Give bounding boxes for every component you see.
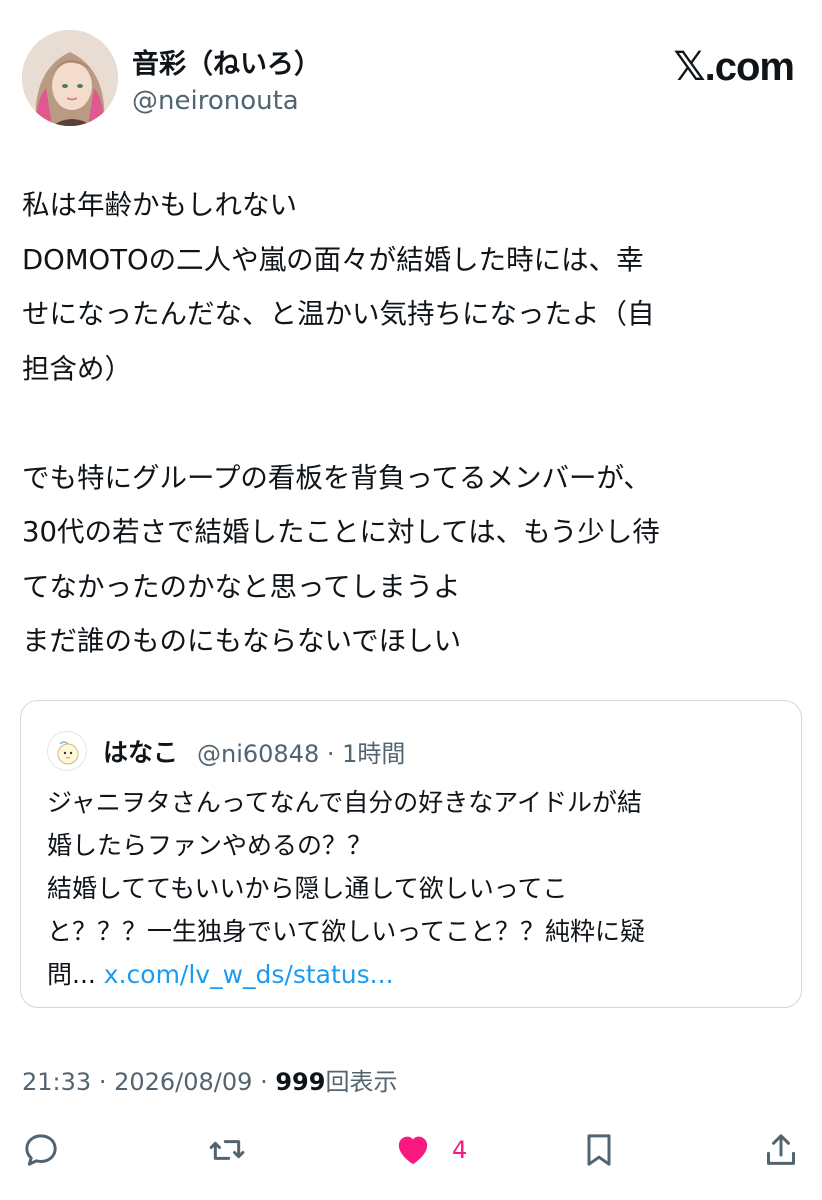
reply-button[interactable]: [16, 1128, 66, 1178]
views-label: 回表示: [325, 1068, 398, 1096]
tweet-text: 私は年齢かもしれない DOMOTOの二人や嵐の面々が結婚した時には、幸 せになっ…: [22, 178, 804, 669]
tweet-line: DOMOTOの二人や嵐の面々が結婚した時には、幸: [22, 243, 644, 276]
heart-icon: [398, 1136, 428, 1165]
quoted-author-meta: @ni60848 · 1時間: [197, 734, 405, 769]
retweet-button[interactable]: [202, 1128, 252, 1178]
tweet-line: でも特にグループの看板を背負ってるメンバーが、: [22, 461, 651, 494]
tweet-line: [22, 396, 804, 451]
x-logo: 𝕏.com: [673, 45, 795, 89]
tweet-line: 私は年齢かもしれない: [22, 189, 297, 221]
quoted-author-handle: @ni60848: [197, 740, 320, 768]
author-handle[interactable]: @neironouta: [132, 86, 299, 116]
tweet-meta: 21:33 · 2026/08/09 · 999回表示: [22, 1062, 397, 1097]
quote-line: ジャニヲタさんってなんで自分の好きなアイドルが結: [47, 788, 643, 817]
quoted-tweet-text: ジャニヲタさんってなんで自分の好きなアイドルが結 婚したらファンやめるの？？ 結…: [47, 781, 787, 996]
bookmark-icon: [587, 1134, 611, 1166]
tweet-line: まだ誰のものにもならないでほしい: [22, 625, 462, 657]
like-button[interactable]: [388, 1128, 438, 1178]
reply-icon: [25, 1134, 57, 1166]
quote-line: 婚したらファンやめるの？？: [47, 831, 373, 860]
action-bar: 4: [0, 1122, 822, 1182]
quote-line: と？？？一生独身でいて欲しいってこと？？純粋に疑: [47, 917, 646, 946]
tweet-line: てなかったのかなと思ってしまうよ: [22, 570, 461, 603]
views-count: 999: [275, 1068, 326, 1096]
quoted-tweet-header: はなこ @ni60848 · 1時間: [47, 731, 777, 771]
quote-truncated-text: 問...: [47, 960, 96, 989]
tweet-time[interactable]: 21:33: [22, 1068, 91, 1096]
quote-line: 結婚しててもいいから隠し通して欲しいってこ: [47, 874, 568, 903]
tweet-date[interactable]: 2026/08/09: [114, 1068, 252, 1096]
author-avatar[interactable]: [22, 30, 118, 126]
quoted-author-avatar: [47, 731, 87, 771]
tweet-header: 音彩（ねいろ） @neironouta 𝕏.com: [22, 30, 802, 130]
tweet-line: 30代の若さで結婚したことに対しては、もう少し待: [22, 516, 660, 548]
share-button[interactable]: [756, 1128, 806, 1178]
tweet-line: 担含め）: [22, 352, 132, 385]
share-icon: [767, 1134, 795, 1165]
quote-link[interactable]: x.com/lv_w_ds/status...: [104, 960, 394, 989]
quote-line-last: 問... x.com/lv_w_ds/status...: [47, 953, 787, 996]
quoted-tweet-card[interactable]: はなこ @ni60848 · 1時間 ジャニヲタさんってなんで自分の好きなアイド…: [20, 700, 802, 1008]
separator: ·: [260, 1068, 268, 1096]
tweet-line: せになったんだな、と温かい気持ちになったよ（自: [22, 298, 655, 330]
like-count: 4: [452, 1136, 468, 1164]
separator: ·: [98, 1068, 107, 1096]
quoted-author-name: はなこ: [103, 738, 179, 767]
quoted-time: 1時間: [342, 740, 406, 768]
author-display-name[interactable]: 音彩（ねいろ）: [132, 42, 321, 81]
retweet-icon: [209, 1140, 245, 1160]
bookmark-button[interactable]: [574, 1128, 624, 1178]
separator: ·: [326, 740, 335, 768]
